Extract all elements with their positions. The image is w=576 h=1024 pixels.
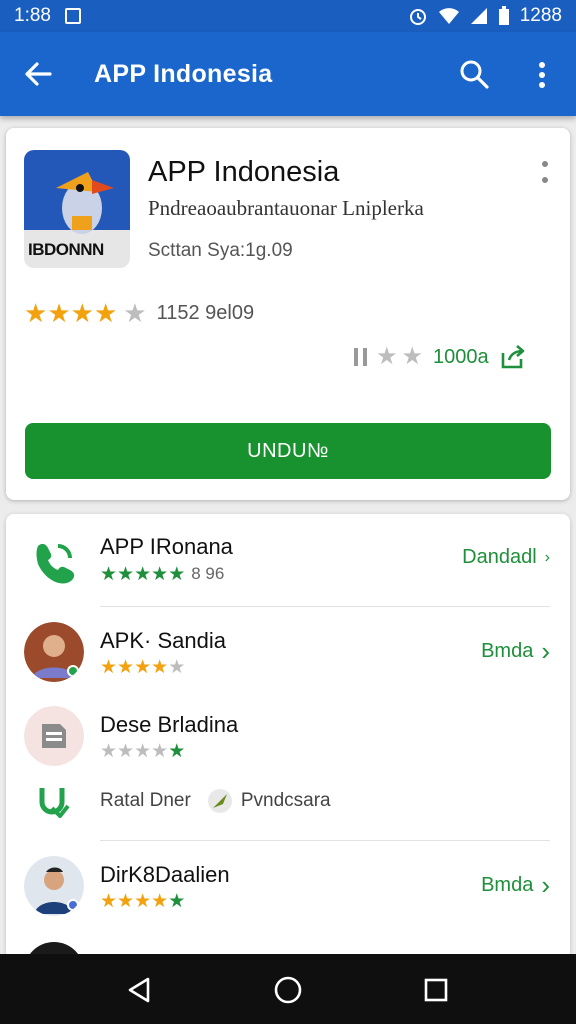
star-icon: ★: [134, 563, 152, 585]
star-icon: ★: [117, 891, 135, 912]
related-app-action-label: Bmda: [481, 874, 534, 896]
star-icon: ★: [168, 741, 186, 762]
app-developer[interactable]: Scttan Sya:1g.09: [148, 240, 293, 262]
more-vert-icon[interactable]: [528, 60, 556, 90]
document-icon: [24, 706, 84, 766]
star-icon: ★: [93, 298, 118, 328]
divider: [100, 606, 550, 607]
related-app-name: APP IRonana: [100, 534, 233, 559]
related-apps-card: APP IRonana ★ ★ ★ ★ ★ 8 96 Dandadl › APK…: [6, 514, 570, 954]
download-count: 1000a: [433, 345, 489, 368]
star-empty-icon: ★: [100, 741, 118, 762]
divider: [100, 840, 550, 841]
home-nav-icon[interactable]: [272, 974, 304, 1006]
star-icon: ★: [134, 657, 152, 678]
star-empty-icon: ★: [117, 741, 135, 762]
star-empty-icon: ★: [376, 343, 398, 370]
star-empty-icon: ★: [151, 741, 169, 762]
back-nav-icon[interactable]: [124, 974, 156, 1006]
star-icon: ★: [151, 563, 169, 585]
star-icon: ★: [117, 657, 135, 678]
search-icon[interactable]: [458, 58, 490, 90]
avatar-partial-icon: [30, 942, 78, 954]
install-button[interactable]: UNDU№: [25, 423, 551, 479]
chevron-right-icon: ›: [544, 548, 550, 566]
app-bar: APP Indonesia: [0, 32, 576, 116]
app-name: APP Indonesia: [148, 156, 340, 188]
related-app-action[interactable]: Bmda ›: [481, 636, 550, 667]
star-icon: ★: [151, 657, 169, 678]
star-icon: ★: [168, 563, 186, 585]
related-app-action-label: Bmda: [481, 640, 534, 662]
status-time: 1:88: [14, 5, 51, 26]
star-icon: ★: [168, 891, 186, 912]
app-bar-title: APP Indonesia: [94, 60, 273, 88]
star-icon: ★: [70, 298, 94, 328]
related-app-rating: ★ ★ ★ ★ ★ 8 96: [100, 564, 224, 584]
avatar-man-icon: [24, 856, 84, 916]
phone-icon: [36, 543, 75, 584]
chevron-right-icon: ›: [541, 870, 550, 900]
status-right-text: 1288: [519, 5, 562, 26]
related-app-rating-count: 8 96: [191, 564, 225, 583]
related-app-name: DirK8Daalien: [100, 862, 230, 887]
feather-icon: [207, 789, 232, 813]
related-app-rating: ★ ★ ★ ★ ★: [100, 892, 185, 911]
download-app-icon: [39, 788, 70, 818]
chevron-right-icon: ›: [541, 636, 550, 666]
app-detail-card: IBDONNN APP Indonesia Pndreaoaubrantauon…: [6, 128, 570, 500]
related-app-action-label: Dandadl: [462, 546, 537, 568]
navigation-bar: [0, 954, 576, 1024]
related-app-rating: ★ ★ ★ ★ ★: [100, 742, 185, 761]
star-icon: ★: [151, 891, 169, 912]
battery-icon: [498, 6, 509, 25]
download-meta: ★ ★ 1000a: [350, 343, 527, 371]
signal-icon: [470, 8, 487, 24]
star-empty-icon: ★: [134, 741, 152, 762]
related-app-action[interactable]: Dandadl ›: [462, 546, 550, 569]
star-icon: ★: [100, 657, 118, 678]
related-app-action[interactable]: Bmda ›: [481, 870, 550, 901]
star-icon: ★: [24, 298, 48, 328]
star-icon: ★: [100, 891, 118, 912]
status-bar: 1:88 1288: [0, 0, 576, 32]
star-icon: ★: [117, 563, 135, 585]
sub-row: Ratal Dner Pvndcsara: [36, 784, 331, 818]
related-app-rating: ★ ★ ★ ★ ★: [100, 658, 185, 677]
avatar-man-icon: [24, 622, 84, 682]
bird-mascot-icon: [56, 172, 114, 234]
star-icon: ★: [134, 891, 152, 912]
wifi-icon: [438, 8, 459, 24]
app-rating: ★ ★ ★ ★ ★ 1152 9el09: [24, 300, 254, 326]
star-empty-icon: ★: [168, 657, 186, 678]
back-arrow-icon[interactable]: [22, 58, 54, 90]
sub-row-left: Ratal Dner: [100, 790, 191, 811]
share-icon[interactable]: [499, 343, 527, 371]
star-empty-icon: ★: [123, 298, 147, 328]
app-logo-caption: IBDONNN: [28, 240, 104, 259]
star-icon: ★: [47, 298, 71, 328]
notification-icon: [64, 8, 81, 24]
star-empty-icon: ★: [401, 343, 424, 370]
sub-row-right: Pvndcsara: [240, 790, 331, 811]
rating-count: 1152 9el09: [156, 301, 255, 324]
pause-icon: [354, 348, 367, 366]
recents-nav-icon[interactable]: [420, 974, 452, 1006]
related-app-name: Dese Brladina: [100, 712, 239, 737]
star-icon: ★: [100, 563, 118, 585]
card-more-icon[interactable]: [538, 160, 552, 186]
related-app-name: APK· Sandia: [100, 628, 226, 653]
app-logo[interactable]: IBDONNN: [24, 150, 130, 268]
app-subtitle: Pndreaoaubrantauonar Lniplerka: [148, 196, 424, 220]
status-icons: 1288: [408, 5, 562, 27]
alarm-icon: [409, 9, 426, 25]
